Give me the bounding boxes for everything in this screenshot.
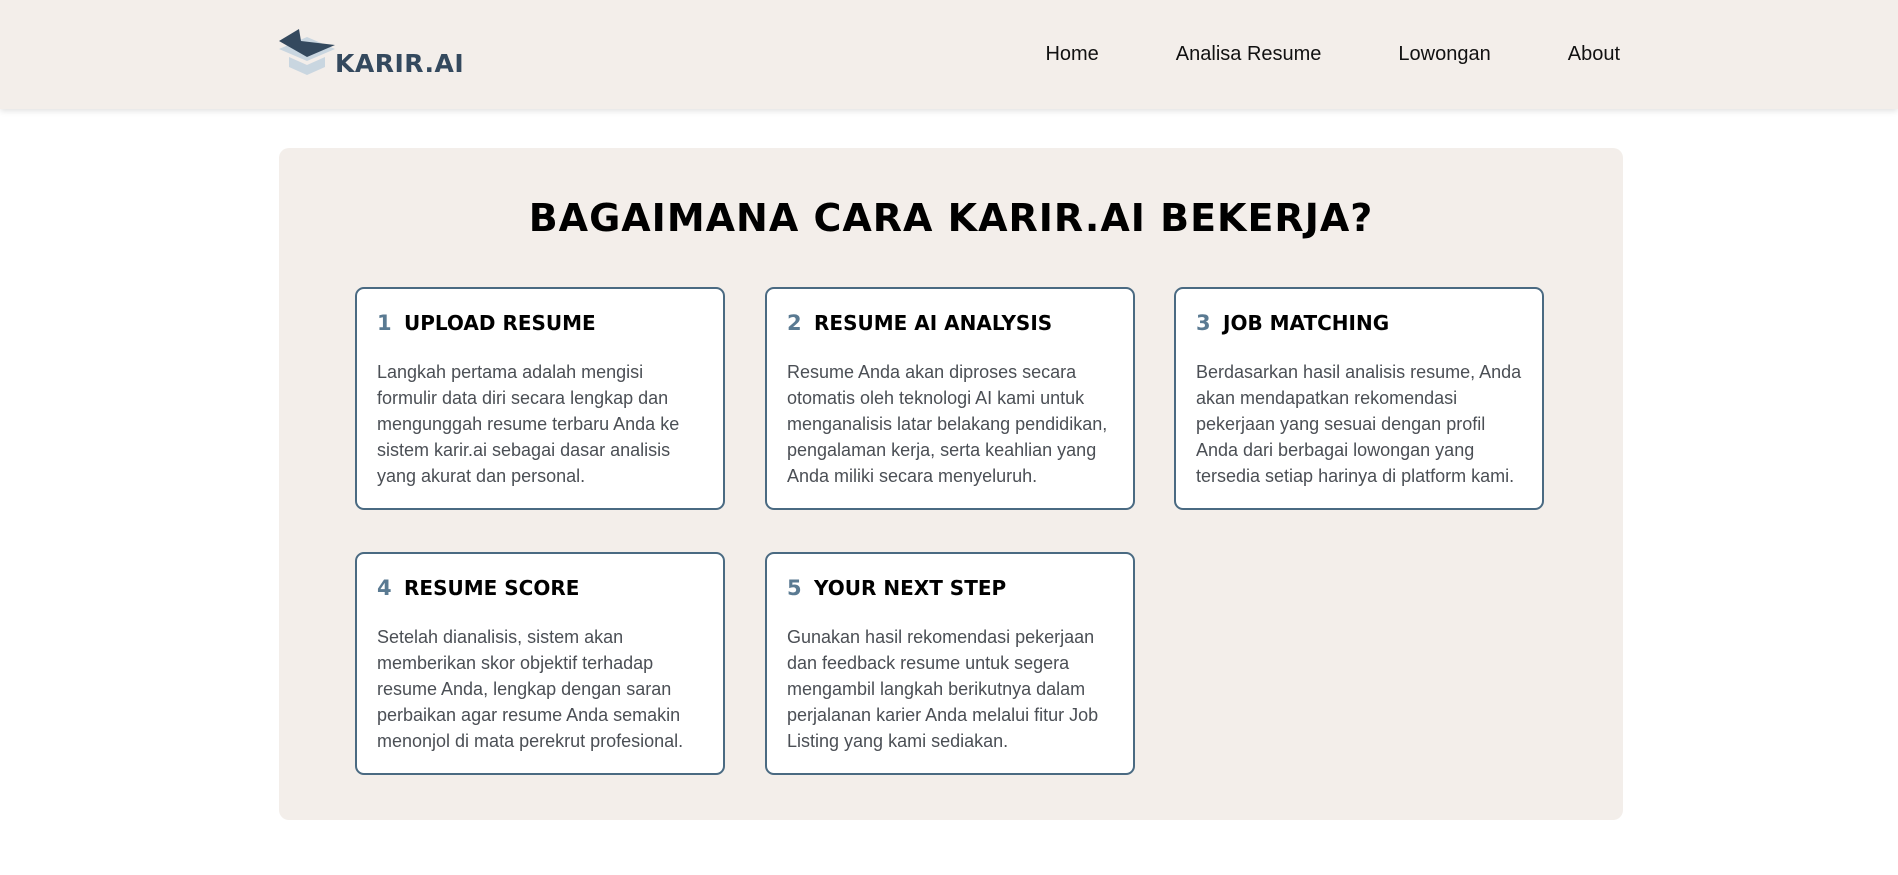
step-title: RESUME SCORE (404, 576, 580, 600)
main-nav: Home Analisa Resume Lowongan About (968, 42, 1620, 66)
logo-text: KARIR.AI (335, 49, 465, 78)
how-it-works-section: BAGAIMANA CARA KARIR.AI BEKERJA? 1 UPLOA… (279, 148, 1623, 820)
nav-analisa-resume[interactable]: Analisa Resume (1176, 42, 1322, 66)
step-card-resume-score: 4 RESUME SCORE Setelah dianalisis, siste… (355, 552, 725, 775)
step-title: JOB MATCHING (1223, 311, 1390, 335)
step-title: UPLOAD RESUME (404, 311, 596, 335)
step-number: 2 (787, 311, 802, 335)
step-description: Berdasarkan hasil analisis resume, Anda … (1196, 362, 1522, 486)
step-number: 1 (377, 311, 392, 335)
step-title: YOUR NEXT STEP (814, 576, 1007, 600)
step-description: Gunakan hasil rekomendasi pekerjaan dan … (787, 627, 1099, 751)
step-card-job-matching: 3 JOB MATCHING Berdasarkan hasil analisi… (1174, 287, 1544, 510)
nav-lowongan[interactable]: Lowongan (1398, 42, 1490, 66)
step-card-resume-ai-analysis: 2 RESUME AI ANALYSIS Resume Anda akan di… (765, 287, 1135, 510)
step-number: 5 (787, 576, 802, 600)
section-title: BAGAIMANA CARA KARIR.AI BEKERJA? (528, 196, 1374, 240)
step-card-upload-resume: 1 UPLOAD RESUME Langkah pertama adalah m… (355, 287, 725, 510)
step-description: Setelah dianalisis, sistem akan memberik… (377, 627, 684, 751)
step-description: Resume Anda akan diproses secara otomati… (787, 362, 1108, 486)
step-number: 3 (1196, 311, 1211, 335)
karir-ai-logo[interactable]: KARIR.AI (279, 27, 464, 83)
nav-home[interactable]: Home (1045, 42, 1098, 66)
step-card-your-next-step: 5 YOUR NEXT STEP Gunakan hasil rekomenda… (765, 552, 1135, 775)
step-description: Langkah pertama adalah mengisi formulir … (377, 362, 680, 486)
graduation-cap-icon (279, 29, 335, 75)
step-title: RESUME AI ANALYSIS (814, 311, 1053, 335)
nav-about[interactable]: About (1568, 42, 1620, 66)
step-number: 4 (377, 576, 392, 600)
site-header: KARIR.AI Home Analisa Resume Lowongan Ab… (0, 0, 1898, 109)
